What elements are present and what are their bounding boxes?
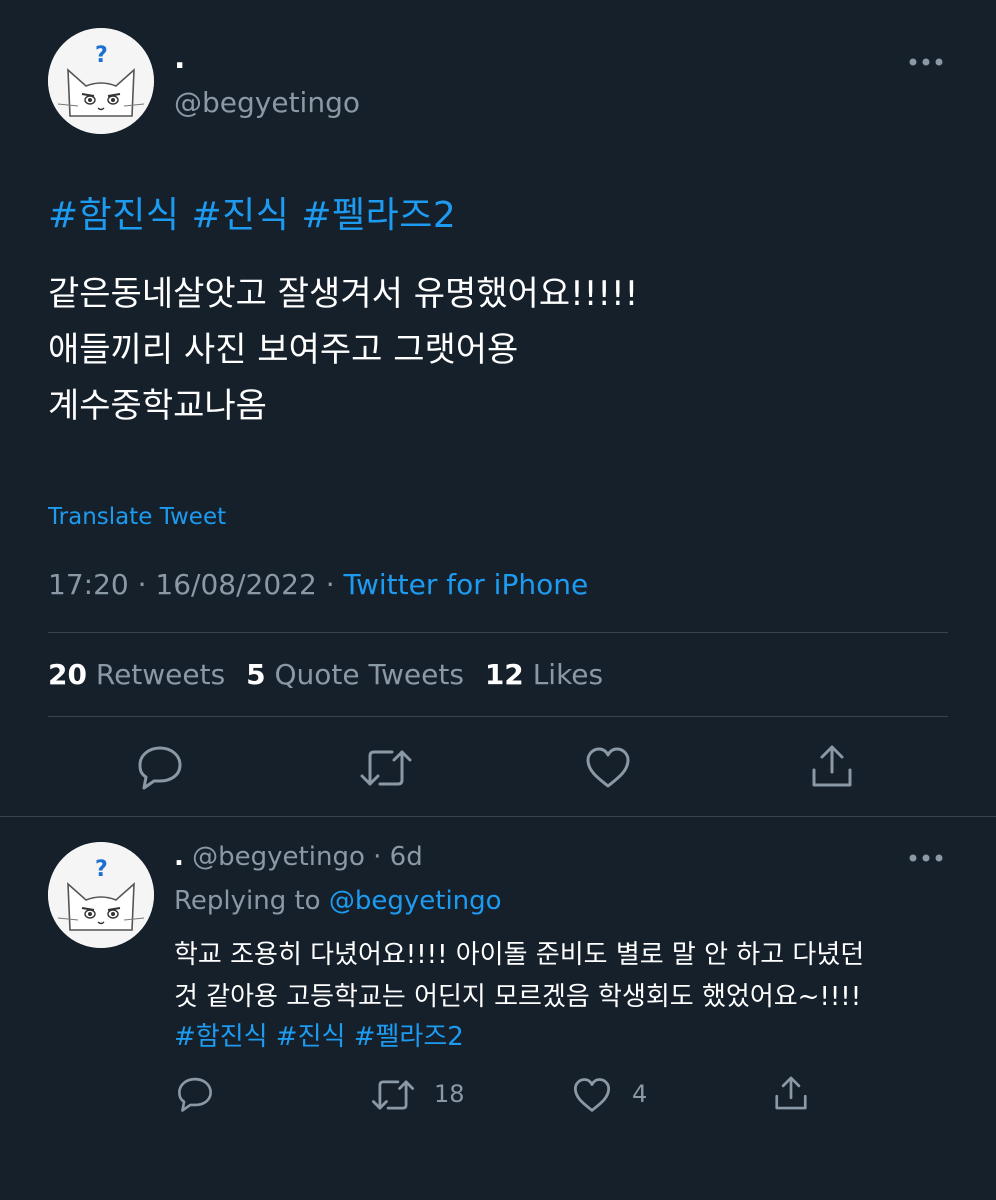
reply-text-line: 것 같아용 고등학교는 어딘지 모르겠음 학생회도 했었어요~!!!! [174,982,862,1012]
likes-label: Likes [532,658,604,691]
translate-tweet-link[interactable]: Translate Tweet [48,504,226,530]
share-icon[interactable] [772,1074,810,1112]
meta-separator: · [137,568,147,601]
author-display-name[interactable]: . [174,44,185,74]
retweet-icon[interactable] [370,1077,416,1113]
reply-avatar[interactable]: ? [48,842,154,948]
author-avatar[interactable]: ? [48,28,154,134]
tweet-time: 17:20 [48,568,129,601]
section-divider [0,816,996,817]
more-icon[interactable] [906,848,946,868]
tweet-meta: 17:20 · 16/08/2022 · Twitter for iPhone [48,568,588,601]
reply-age: 6d [389,842,423,872]
reply-separator: · [373,842,382,872]
reply-header: . @begyetingo · 6d [174,842,423,872]
reply-like-count: 4 [632,1080,648,1108]
like-icon[interactable] [584,746,632,788]
reply-handle[interactable]: @begyetingo [192,842,365,872]
reply-text-line: 학교 조용히 다녔어요!!!! 아이돌 준비도 별로 말 안 하고 다녔던 [174,940,865,970]
tweet-hashtags[interactable]: #함진식 #진식 #펠라즈2 [48,186,456,238]
reply-retweet-count: 18 [434,1080,465,1108]
quotes-label: Quote Tweets [274,658,464,691]
more-icon[interactable] [906,52,946,72]
tweet-stats: 20 Retweets 5 Quote Tweets 12 Likes [48,658,603,691]
tweet-source-link[interactable]: Twitter for iPhone [344,568,589,601]
quotes-stat[interactable]: 5 Quote Tweets [246,658,473,691]
retweet-icon[interactable] [358,746,414,790]
likes-stat[interactable]: 12 Likes [485,658,603,691]
reply-display-name[interactable]: . [174,842,184,872]
meta-separator: · [325,568,335,601]
share-icon[interactable] [808,742,856,790]
tweet-text: 같은동네살앗고 잘생겨서 유명했어요!!!!! 애들끼리 사진 보여주고 그랫어… [48,274,639,426]
divider [48,716,948,717]
likes-count: 12 [484,658,524,691]
like-icon[interactable] [572,1077,612,1112]
retweets-label: Retweets [95,658,226,691]
cat-avatar-icon: ? [48,842,154,948]
replying-prefix: Replying to [174,886,321,916]
replying-to-handle[interactable]: @begyetingo [329,886,502,916]
reply-icon[interactable] [136,744,184,790]
author-handle[interactable]: @begyetingo [174,86,360,119]
svg-text:?: ? [95,857,108,882]
quotes-count: 5 [246,658,266,691]
tweet-date: 16/08/2022 [155,568,317,601]
reply-hashtags[interactable]: #함진식 #진식 #펠라즈2 [174,1016,464,1053]
svg-text:?: ? [95,43,108,68]
reply-icon[interactable] [176,1076,214,1112]
retweets-count: 20 [48,658,87,691]
replying-to: Replying to @begyetingo [174,886,502,916]
cat-avatar-icon: ? [48,28,154,134]
divider [48,632,948,633]
retweets-stat[interactable]: 20 Retweets [48,658,234,691]
